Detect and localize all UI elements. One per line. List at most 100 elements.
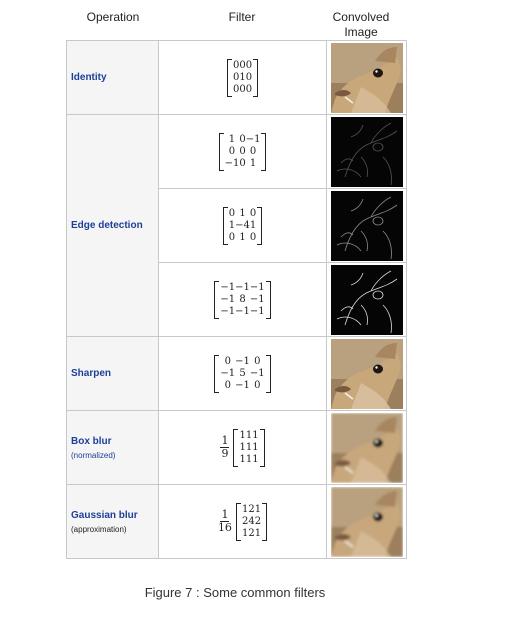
kernel-scale-fraction: 1 16 [218,509,232,534]
filter-kernel-3: −1 −1 −1 −1 8 −1 −1 −1 −1 [214,280,271,319]
convolved-image-4 [330,338,403,409]
kernel-matrix: 1 0 −1 0 0 0 −1 0 1 [218,132,267,171]
kernel-cell: 1 [239,453,246,465]
kernel-cell: 5 [239,367,246,379]
kernel-cell: 0 [228,207,236,219]
kernel-cell: 0 [254,379,261,391]
filter-row: Sharpen 0 −1 0 −1 5 −1 0 −1 0 [66,336,407,411]
convolved-image-2 [330,190,403,261]
convolved-image-6 [330,486,403,557]
kernel-matrix: 111111111 [233,428,265,467]
filter-cell: 19111111111 [158,410,327,485]
kernel-cell: 2 [254,515,262,527]
header-filter: Filter [228,10,256,24]
header-convolved-image: Convolved Image [332,10,390,39]
kernel-cell: 1 [239,231,246,243]
filter-kernel-1: 1 0 −1 0 0 0 −1 0 1 [218,132,267,171]
filter-cell: −1 −1 −1 −1 8 −1 −1 −1 −1 [158,262,327,337]
filter-kernel-4: 0 −1 0 −1 5 −1 0 −1 0 [214,354,271,393]
convolved-image-0 [330,42,403,113]
operation-name: Box blur [71,435,112,447]
kernel-cell: 0 [245,71,253,83]
kernel-cell: −4 [235,219,250,231]
operation-subtitle: (approximation) [71,524,127,534]
kernel-cell: 0 [239,145,246,157]
kernel-cell: 1 [239,71,246,83]
filter-cell: 0 1 0 1 −4 1 0 1 0 [158,188,327,263]
image-cell [326,484,407,559]
operation-name: Identity [71,72,107,83]
filter-kernel-5: 19111111111 [220,428,265,467]
kernel-cell: 1 [252,441,259,453]
filter-row: Box blur (normalized) 1 9 1 1 1 1 1 1 1 1 1 [66,410,407,485]
kernel-cell: 1 [254,503,262,515]
filter-kernel-6: 1 16 1 2 1 2 4 2 1 2 1 [218,502,268,541]
kernel-matrix: 000010000 [226,58,259,97]
kernel-cell: −1 [245,133,261,145]
filters-table: Identity 0 0 0 0 1 0 0 0 0 Edge detection 1 0 −1 0 0 0−… [66,40,407,559]
kernel-cell: −1 [249,305,265,317]
kernel-cell: 0 [228,145,236,157]
filter-cell: 0 −1 0 −1 5 −1 0 −1 0 [158,336,327,411]
kernel-cell: −1 [224,157,240,169]
image-cell [326,336,407,411]
header-operation: Operation [86,10,140,24]
fraction-denominator: 16 [217,521,232,534]
image-cell [326,262,407,337]
kernel-cell: 0 [239,59,246,71]
kernel-cell: 1 [249,219,257,231]
image-cell [326,40,407,115]
kernel-matrix: 0 1 0 1 −4 1 0 1 0 [222,206,263,245]
kernel-cell: 2 [248,503,255,515]
filter-row: Gaussian blur (approximation) 1 16 1 2 1 2 4 2 1 2 1 [66,484,407,559]
filter-cell: 000010000 [158,40,327,115]
convolved-image-1 [330,116,403,187]
kernel-cell: 1 [252,453,259,465]
operation-name: Gaussian blur [71,509,138,521]
kernel-cell: 0 [254,355,261,367]
kernel-cell: −1 [235,305,250,317]
convolved-image-3 [330,264,403,335]
operation-name: Edge detection [71,220,143,231]
kernel-matrix: 0 −1 0 −1 5 −1 0 −1 0 [214,354,271,393]
kernel-cell: 0 [224,355,231,367]
kernel-cell: −1 [220,293,236,305]
fraction-denominator: 9 [221,447,229,460]
kernel-cell: −1 [235,281,250,293]
kernel-cell: −1 [235,355,250,367]
kernel-cell: −1 [220,281,236,293]
kernel-cell: −1 [220,305,236,317]
kernel-cell: 0 [239,157,246,169]
kernel-cell: 8 [239,293,246,305]
kernel-cell: 0 [245,83,253,95]
kernel-cell: 1 [228,133,236,145]
kernel-cell: 0 [224,379,231,391]
kernel-matrix: 121242121 [235,502,268,541]
kernel-cell: 0 [249,145,257,157]
filter-cell: 1 16 1 2 1 2 4 2 1 2 1 [158,484,327,559]
kernel-cell: 1 [252,429,259,441]
operation-name: Sharpen [71,368,112,379]
kernel-cell: 2 [248,527,255,539]
operation-cell: Gaussian blur (approximation) [66,484,159,559]
image-cell [326,114,407,189]
filter-row: Identity 0 0 0 0 1 0 0 0 0 [66,40,407,115]
kernel-cell: 1 [249,157,257,169]
kernel-cell: −1 [220,367,236,379]
kernel-cell: 1 [239,429,246,441]
operation-subtitle: (normalized) [71,450,116,460]
operation-cell: Box blur (normalized) [66,410,159,485]
kernel-cell: 1 [254,527,262,539]
image-cell [326,410,407,485]
filter-row: Edge detection 1 0 −1 0 0 0 −1 0 1 [66,114,407,337]
kernel-cell: 0 [249,207,257,219]
kernel-cell: −1 [249,367,265,379]
operation-cell: Identity [66,40,159,115]
kernel-matrix: −1 −1 −1 −1 8 −1 −1 −1 −1 [214,280,271,319]
operation-cell: Edge detection [66,114,159,337]
kernel-cell: 0 [249,231,257,243]
kernel-cell: 0 [228,231,236,243]
filter-cell: 1 0 −1 0 0 0 −1 0 1 [158,114,327,189]
filter-kernel-2: 0 1 0 1 −4 1 0 1 0 [222,206,263,245]
filter-kernel-0: 000010000 [226,58,259,97]
